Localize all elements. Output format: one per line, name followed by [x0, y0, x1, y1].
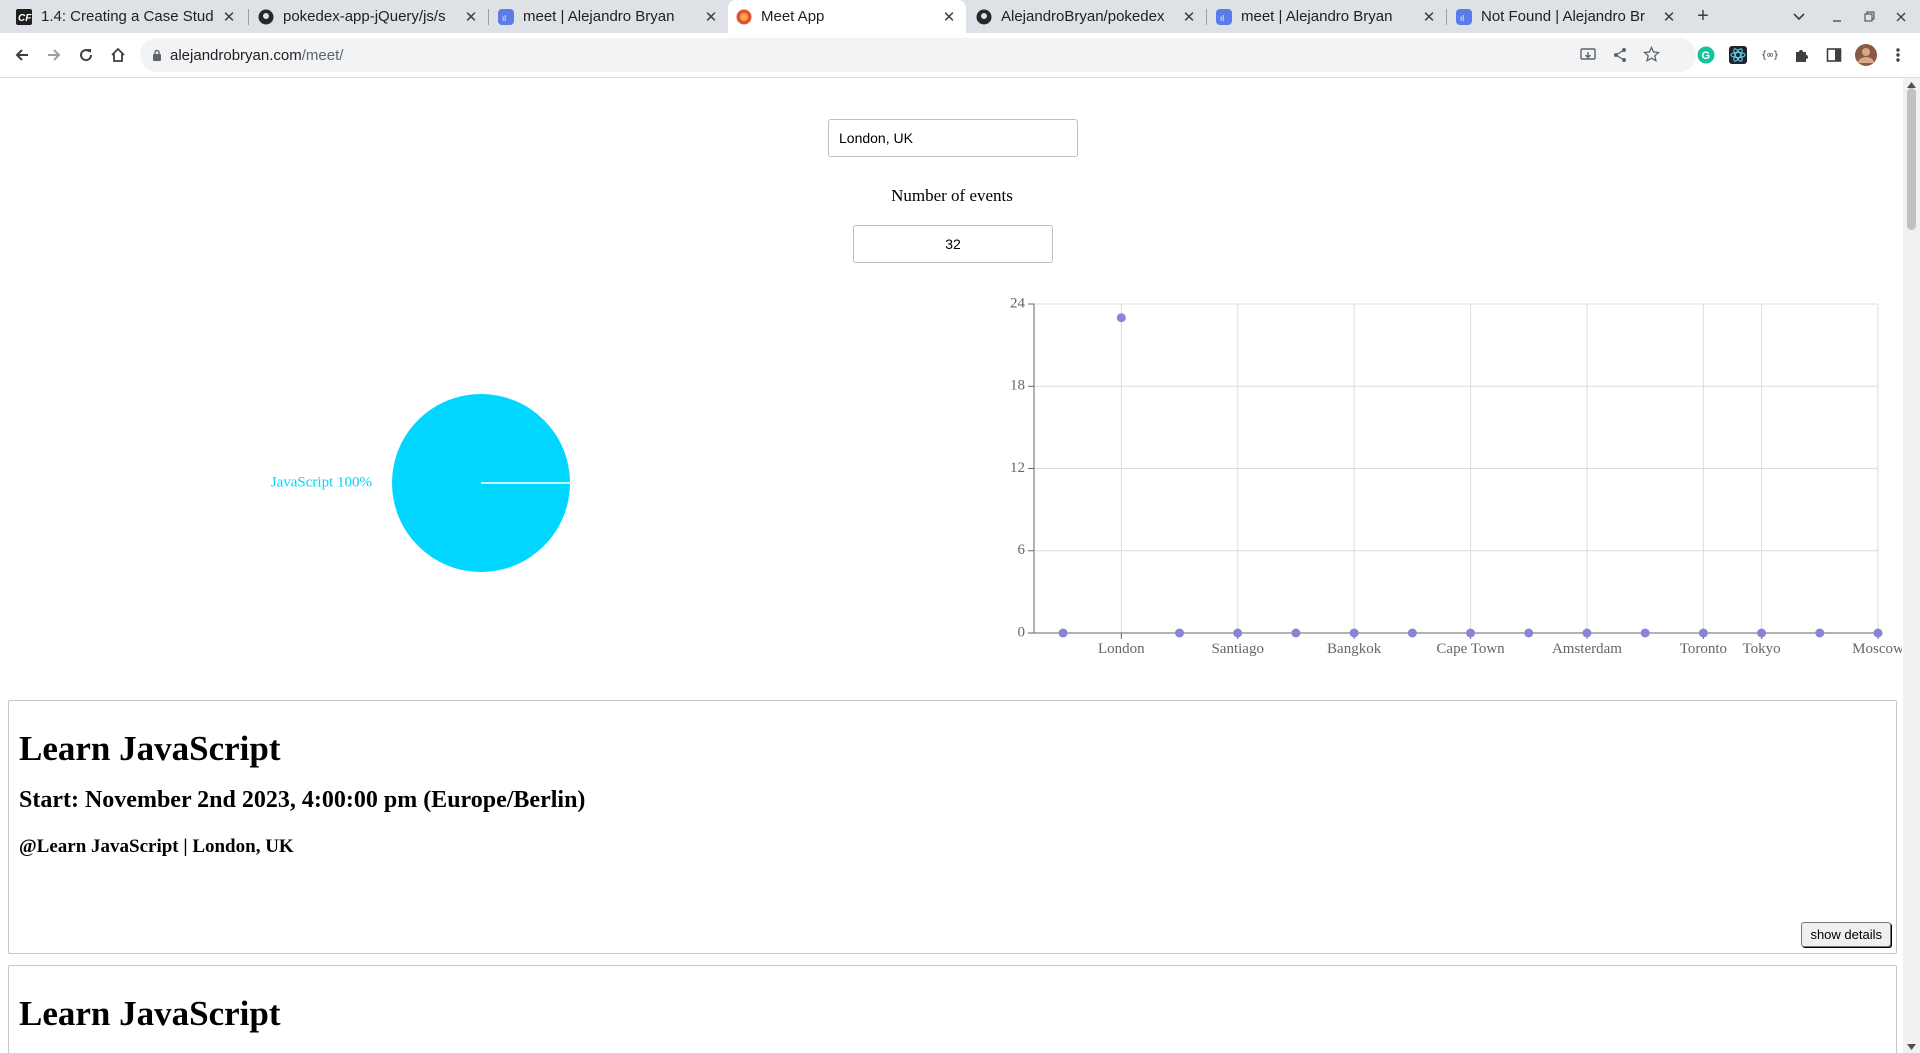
back-icon[interactable] [8, 41, 36, 69]
close-icon[interactable]: ✕ [220, 8, 238, 26]
share-icon[interactable] [1612, 47, 1628, 63]
forward-icon[interactable] [40, 41, 68, 69]
scroll-up-arrow-icon[interactable] [1906, 80, 1917, 90]
tab-title: AlejandroBryan/pokedex [1001, 8, 1165, 25]
profile-avatar[interactable] [1854, 43, 1878, 67]
x-tick-label: London [1098, 641, 1145, 657]
react-devtools-icon[interactable] [1726, 43, 1750, 67]
close-icon[interactable]: ✕ [702, 8, 720, 26]
meet-app-icon [736, 9, 752, 25]
tab-3[interactable]: ıl meet | Alejandro Bryan ✕ [490, 0, 728, 33]
tab-title: 1.4: Creating a Case Stud [41, 8, 214, 25]
close-icon[interactable]: ✕ [1660, 8, 1678, 26]
app-icon: ıl [1216, 8, 1232, 25]
scatter-point[interactable] [1815, 628, 1825, 638]
restore-icon[interactable] [1852, 0, 1886, 33]
json-viewer-icon[interactable]: {∞} [1758, 43, 1782, 67]
close-icon[interactable]: ✕ [1180, 8, 1198, 26]
browser-toolbar: alejandrobryan.com/meet/ G {∞} [0, 33, 1920, 78]
address-bar[interactable]: alejandrobryan.com/meet/ [140, 38, 1696, 72]
svg-text:ıl: ıl [1460, 14, 1464, 23]
close-icon[interactable]: ✕ [940, 8, 958, 26]
grammarly-icon[interactable]: G [1694, 43, 1718, 67]
x-tick-label: Moscow [1852, 641, 1902, 657]
scatter-point[interactable] [1466, 628, 1476, 638]
url-text: alejandrobryan.com/meet/ [170, 47, 343, 64]
scroll-down-arrow-icon[interactable] [1906, 1042, 1917, 1052]
tab-title: meet | Alejandro Bryan [523, 8, 675, 25]
scatter-point[interactable] [1640, 628, 1650, 638]
tab-title: Meet App [761, 8, 825, 25]
y-tick-label: 6 [1018, 542, 1026, 558]
url-path: /meet/ [301, 46, 344, 64]
x-tick-label: Toronto [1680, 641, 1727, 657]
event-card: Learn JavaScript [8, 965, 1897, 1053]
tab-4-active[interactable]: Meet App ✕ [728, 0, 966, 33]
x-tick-label: Bangkok [1327, 641, 1382, 657]
new-tab-icon[interactable]: + [1686, 0, 1720, 33]
scatter-point[interactable] [1407, 628, 1417, 638]
tab-search-icon[interactable] [1782, 0, 1816, 33]
home-icon[interactable] [104, 41, 132, 69]
scatter-point[interactable] [1698, 628, 1708, 638]
y-tick-label: 18 [1010, 378, 1025, 394]
scatter-point[interactable] [1058, 628, 1068, 638]
scatter-point[interactable] [1175, 628, 1185, 638]
event-title: Learn JavaScript [19, 729, 281, 768]
scatter-point[interactable] [1582, 628, 1592, 638]
reload-icon[interactable] [72, 41, 100, 69]
x-tick-label: Santiago [1211, 641, 1264, 657]
side-panel-icon[interactable] [1822, 43, 1846, 67]
minimize-icon[interactable] [1820, 0, 1854, 33]
page-content: Number of events JavaScript 100% 0612182… [0, 78, 1902, 1053]
close-icon[interactable]: ✕ [462, 8, 480, 26]
scatter-point[interactable] [1291, 628, 1301, 638]
svg-text:CF: CF [18, 13, 32, 24]
svg-text:ıl: ıl [1220, 14, 1224, 23]
svg-text:ıl: ıl [502, 14, 506, 23]
extensions-puzzle-icon[interactable] [1790, 43, 1814, 67]
svg-text:G: G [1702, 50, 1711, 62]
lock-icon [152, 49, 162, 62]
app-icon: ıl [498, 8, 514, 25]
scatter-point[interactable] [1757, 628, 1767, 638]
y-tick-label: 0 [1018, 624, 1026, 640]
scrollbar-thumb[interactable] [1907, 88, 1916, 230]
scatter-point[interactable] [1116, 313, 1126, 323]
tab-5[interactable]: AlejandroBryan/pokedex ✕ [968, 0, 1206, 33]
scatter-point[interactable] [1873, 628, 1883, 638]
tab-7[interactable]: ıl Not Found | Alejandro Br ✕ [1448, 0, 1686, 33]
y-tick-label: 12 [1010, 460, 1025, 476]
event-title: Learn JavaScript [19, 994, 281, 1033]
bookmark-star-icon[interactable] [1643, 46, 1660, 63]
events-scatter-chart: 0 6 12 18 24 London Santiago Bangkok Cape Town Am… [1010, 295, 1902, 657]
scatter-point[interactable] [1524, 628, 1534, 638]
event-card: Learn JavaScript Start: November 2nd 202… [8, 700, 1897, 954]
tab-title: pokedex-app-jQuery/js/s [283, 8, 446, 25]
event-location: @Learn JavaScript | London, UK [19, 836, 294, 857]
menu-kebab-icon[interactable] [1886, 43, 1910, 67]
close-window-icon[interactable] [1884, 0, 1918, 33]
tab-strip: CF 1.4: Creating a Case Stud ✕ pokedex-a… [0, 0, 1920, 33]
url-host: alejandrobryan.com [170, 46, 302, 64]
install-app-icon[interactable] [1580, 47, 1596, 63]
github-icon [976, 9, 992, 25]
tab-2[interactable]: pokedex-app-jQuery/js/s ✕ [250, 0, 488, 33]
x-tick-label: Amsterdam [1552, 641, 1622, 657]
event-start: Start: November 2nd 2023, 4:00:00 pm (Eu… [19, 787, 586, 813]
scatter-point[interactable] [1349, 628, 1359, 638]
app-icon: ıl [1456, 8, 1472, 25]
close-icon[interactable]: ✕ [1420, 8, 1438, 26]
cf-logo-icon: CF [16, 8, 32, 25]
tab-title: Not Found | Alejandro Br [1481, 8, 1645, 25]
x-tick-label: Tokyo [1743, 641, 1781, 657]
github-icon [258, 9, 274, 25]
tab-1[interactable]: CF 1.4: Creating a Case Stud ✕ [8, 0, 246, 33]
y-tick-label: 24 [1010, 295, 1026, 311]
show-details-button[interactable]: show details [1801, 922, 1891, 947]
tab-6[interactable]: ıl meet | Alejandro Bryan ✕ [1208, 0, 1446, 33]
tab-title: meet | Alejandro Bryan [1241, 8, 1393, 25]
x-tick-label: Cape Town [1436, 641, 1505, 657]
scatter-point[interactable] [1233, 628, 1243, 638]
